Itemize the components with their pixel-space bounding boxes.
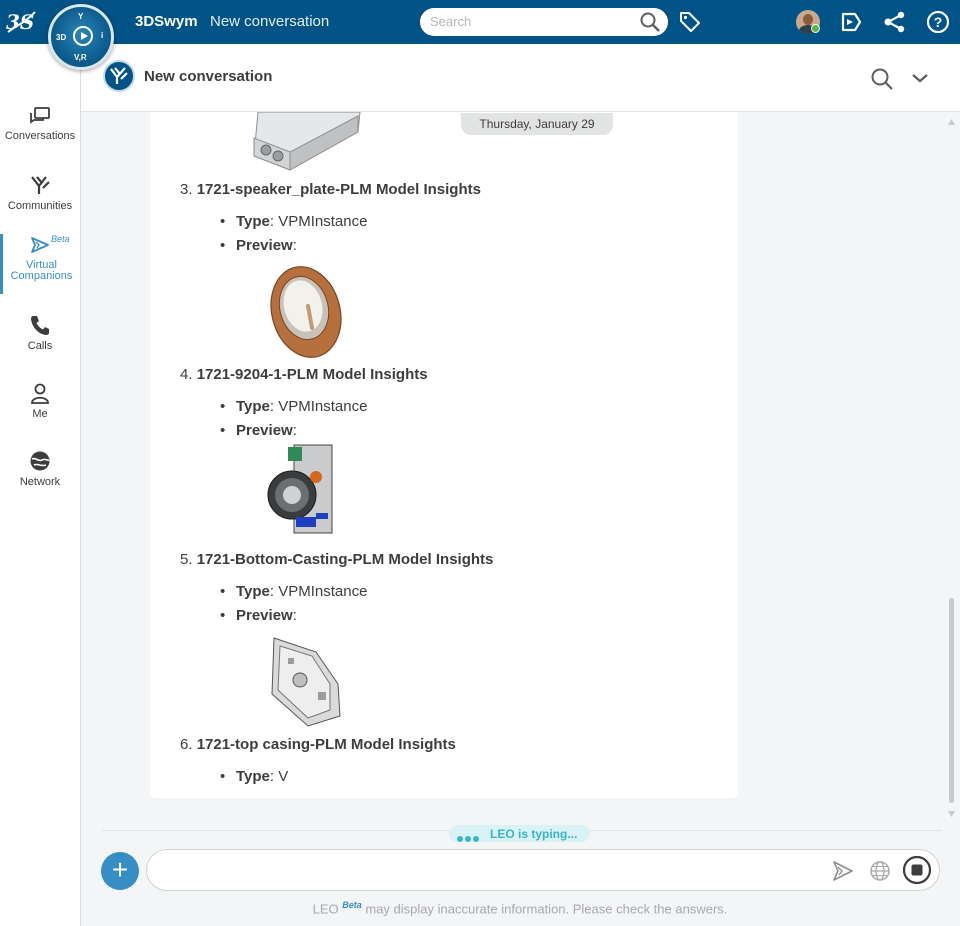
list-item-preview-label: Preview: — [220, 607, 297, 624]
top-bar: 3S 3DSwym New conversation ? — [0, 0, 960, 44]
compass-bottom-label: V,R — [74, 53, 87, 62]
app-name[interactable]: 3DSwym — [135, 13, 198, 30]
message-input-container[interactable] — [146, 849, 940, 891]
communities-icon — [31, 176, 50, 194]
date-separator: Thursday, January 29 — [461, 113, 613, 135]
compass-left-label: 3D — [56, 33, 67, 42]
list-item-title: 6. 1721-top casing-PLM Model Insights — [180, 736, 456, 753]
page-name: New conversation — [210, 13, 330, 30]
phone-icon — [31, 316, 49, 335]
preview-image-speaker-plate[interactable] — [268, 264, 346, 365]
typing-indicator: LEO is typing... — [449, 825, 590, 842]
person-icon — [31, 383, 49, 404]
left-sidebar: Conversations Communities Beta Virtual C… — [0, 44, 81, 926]
add-attachment-button[interactable]: + — [101, 852, 139, 890]
tag-icon[interactable] — [678, 10, 702, 34]
sidebar-item-label: Conversations — [4, 130, 76, 142]
list-item-title: 5. 1721-Bottom-Casting-PLM Model Insight… — [180, 551, 494, 568]
compass-top-label: Y — [78, 12, 84, 21]
sidebar-item-conversations[interactable]: Conversations — [0, 106, 80, 166]
stop-generation-button[interactable] — [902, 855, 932, 890]
preview-image-bottom-casting[interactable] — [268, 634, 344, 733]
beta-badge: Beta — [51, 234, 70, 244]
list-item-type: Type: VPMInstance — [220, 398, 367, 415]
search-icon[interactable] — [640, 12, 660, 37]
sidebar-item-label: Companions — [10, 270, 73, 282]
conversation-title: New conversation — [144, 68, 273, 85]
compass-widget[interactable]: Y 3D i V,R — [48, 4, 114, 70]
list-item-type: Type: VPMInstance — [220, 583, 367, 600]
3ds-logo-icon[interactable]: 3S — [6, 8, 40, 36]
virtual-companions-icon — [31, 237, 49, 253]
list-item-title: 3. 1721-speaker_plate-PLM Model Insights — [180, 181, 481, 198]
leo-avatar-icon — [103, 60, 135, 92]
sidebar-item-label: Me — [32, 408, 48, 420]
svg-text:?: ? — [934, 14, 943, 30]
online-status-badge — [811, 24, 820, 33]
search-icon[interactable] — [870, 67, 894, 96]
message-input[interactable] — [161, 861, 821, 881]
list-item-type: Type: VPMInstance — [220, 213, 367, 230]
list-item-preview-label: Preview: — [220, 237, 297, 254]
sidebar-item-network[interactable]: Network — [0, 450, 80, 510]
ai-disclaimer: LEO Beta may display inaccurate informat… — [312, 900, 728, 917]
compass-play-icon[interactable] — [73, 26, 93, 46]
search-input[interactable] — [430, 14, 630, 29]
chevron-down-icon[interactable] — [911, 71, 929, 90]
globe-icon[interactable] — [869, 860, 891, 887]
scroll-up-icon[interactable] — [947, 118, 956, 126]
sidebar-item-me[interactable]: Me — [0, 382, 80, 442]
chat-bubble-icon[interactable] — [839, 10, 863, 34]
list-item-type: Type: V — [220, 768, 288, 785]
search-box[interactable] — [420, 8, 668, 36]
sidebar-item-calls[interactable]: Calls — [0, 314, 80, 374]
sidebar-item-label: Network — [19, 476, 61, 488]
globe-icon — [30, 451, 50, 471]
beta-badge: Beta — [342, 900, 362, 910]
typing-dots-icon — [457, 831, 481, 845]
scroll-down-icon[interactable] — [947, 810, 956, 818]
sidebar-item-virtual-companions[interactable]: Beta Virtual Companions — [0, 234, 80, 294]
sidebar-item-label: Calls — [27, 340, 53, 352]
list-item-preview-label: Preview: — [220, 422, 297, 439]
companion-send-icon[interactable] — [831, 860, 855, 887]
compass-right-label: i — [101, 31, 104, 40]
help-icon[interactable]: ? — [926, 10, 950, 34]
list-item-title: 4. 1721-9204-1-PLM Model Insights — [180, 366, 428, 383]
conversations-icon — [30, 107, 50, 124]
sidebar-item-communities[interactable]: Communities — [0, 174, 80, 234]
conversation-header: New conversation — [81, 44, 960, 112]
message-scrollbar[interactable] — [947, 118, 956, 818]
preview-image-partial[interactable] — [250, 111, 365, 177]
share-icon[interactable] — [882, 10, 906, 34]
sidebar-item-label: Communities — [7, 200, 73, 212]
preview-image-9204[interactable] — [266, 443, 336, 540]
scrollbar-thumb[interactable] — [949, 598, 954, 803]
